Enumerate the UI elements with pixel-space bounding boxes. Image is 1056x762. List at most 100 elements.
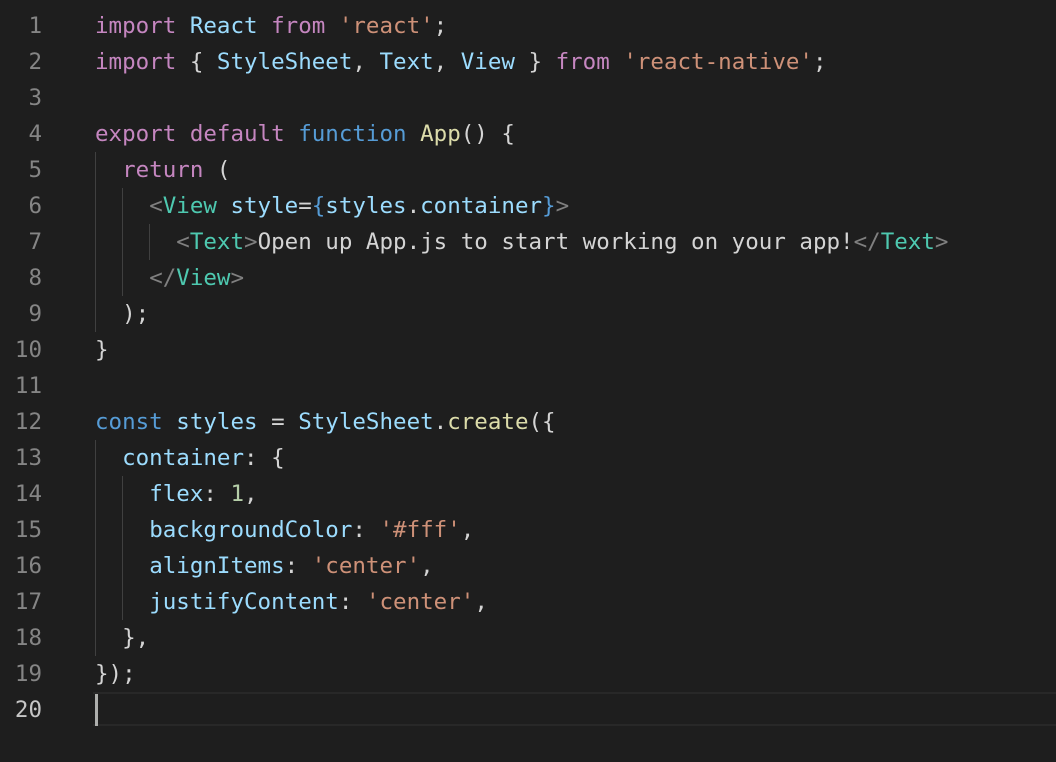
code-token: } (542, 193, 556, 219)
line-number: 8 (28, 265, 42, 291)
code-text: backgroundColor: '#fff', (95, 512, 474, 548)
code-token: function (298, 121, 407, 147)
code-line[interactable]: 4 export default function App() { (0, 116, 1056, 152)
code-line[interactable]: 13 container: { (0, 440, 1056, 476)
code-text: <View style={styles.container}> (95, 188, 569, 224)
code-token: View (460, 49, 515, 75)
code-token: Open up App.js to start working on your … (257, 229, 854, 255)
line-number: 17 (14, 589, 42, 615)
code-line[interactable]: 7 <Text>Open up App.js to start working … (0, 224, 1056, 260)
code-line[interactable]: 11 (0, 368, 1056, 404)
code-token: container (420, 193, 543, 219)
code-text: import { StyleSheet, Text, View } from '… (95, 44, 827, 80)
code-line[interactable]: 9 ); (0, 296, 1056, 332)
code-line[interactable]: 5 return ( (0, 152, 1056, 188)
code-token: styles (176, 409, 258, 435)
code-token: } (514, 49, 556, 75)
code-line[interactable]: 14 flex: 1, (0, 476, 1056, 512)
code-token: : (338, 589, 366, 615)
line-number: 19 (14, 661, 42, 687)
code-line[interactable]: 3 (0, 80, 1056, 116)
code-line[interactable]: 20 (0, 692, 1056, 728)
code-token: View (162, 193, 217, 219)
code-token: Text (189, 229, 245, 255)
code-token: import (95, 13, 177, 39)
code-token: }, (95, 625, 150, 651)
code-token: = (298, 193, 312, 219)
line-number: 12 (14, 409, 42, 435)
code-line[interactable]: 19}); (0, 656, 1056, 692)
code-text: const styles = StyleSheet.create({ (95, 404, 556, 440)
code-line[interactable]: 10} (0, 332, 1056, 368)
code-line[interactable]: 18 }, (0, 620, 1056, 656)
code-token: < (176, 229, 190, 255)
code-token: default (189, 121, 285, 147)
code-text: container: { (95, 440, 285, 476)
code-text: <Text>Open up App.js to start working on… (95, 224, 948, 260)
code-token: > (230, 265, 245, 291)
code-token: { (176, 49, 217, 75)
code-token: 1 (230, 481, 245, 507)
line-number: 1 (28, 13, 42, 39)
code-token: StyleSheet (298, 409, 434, 435)
code-token: const (95, 409, 163, 435)
code-token: export (95, 121, 177, 147)
code-token: StyleSheet (216, 49, 353, 75)
code-token: }); (95, 661, 136, 687)
code-token: ; (433, 13, 448, 39)
code-token: alignItems (149, 553, 285, 579)
code-line[interactable]: 1 import React from 'react'; (0, 8, 1056, 44)
code-token: container (122, 445, 245, 471)
code-token: ; (812, 49, 827, 75)
code-line[interactable]: 15 backgroundColor: '#fff', (0, 512, 1056, 548)
code-token: () { (460, 121, 515, 147)
code-token: return (122, 157, 204, 183)
line-number: 13 (14, 445, 42, 471)
code-token: 'center' (365, 589, 475, 615)
code-line[interactable]: 6 <View style={styles.container}> (0, 188, 1056, 224)
code-token: styles (325, 193, 407, 219)
line-number: 16 (14, 553, 42, 579)
code-line[interactable]: 16 alignItems: 'center', (0, 548, 1056, 584)
code-token: React (189, 13, 258, 39)
line-number: 2 (28, 49, 42, 75)
code-token: justifyContent (149, 589, 339, 615)
code-text: return ( (95, 152, 230, 188)
code-token: Text (880, 229, 935, 255)
code-token: , (474, 589, 488, 615)
code-line[interactable]: 12 const styles = StyleSheet.create({ (0, 404, 1056, 440)
code-token: '#fff' (379, 517, 461, 543)
code-token: ); (95, 301, 150, 327)
code-editor[interactable]: 1 import React from 'react'; 2 import { Sty… (0, 0, 1056, 762)
code-token: ({ (528, 409, 556, 435)
code-line[interactable]: 8 </View> (0, 260, 1056, 296)
code-token: , (352, 49, 380, 75)
code-token: from (271, 13, 326, 39)
text-cursor (95, 694, 98, 726)
line-number: 18 (14, 625, 42, 651)
line-number: 7 (28, 229, 42, 255)
code-token: Text (379, 49, 434, 75)
code-token: App (420, 121, 461, 147)
code-token: , (433, 49, 461, 75)
line-number: 14 (14, 481, 42, 507)
code-token: flex (149, 481, 204, 507)
line-number: 5 (28, 157, 42, 183)
code-line[interactable]: 17 justifyContent: 'center', (0, 584, 1056, 620)
code-token: , (460, 517, 475, 543)
line-number: 6 (28, 193, 42, 219)
code-token: > (555, 193, 570, 219)
code-line[interactable]: 2 import { StyleSheet, Text, View } from … (0, 44, 1056, 80)
code-token: > (934, 229, 949, 255)
line-number: 20 (14, 697, 42, 723)
